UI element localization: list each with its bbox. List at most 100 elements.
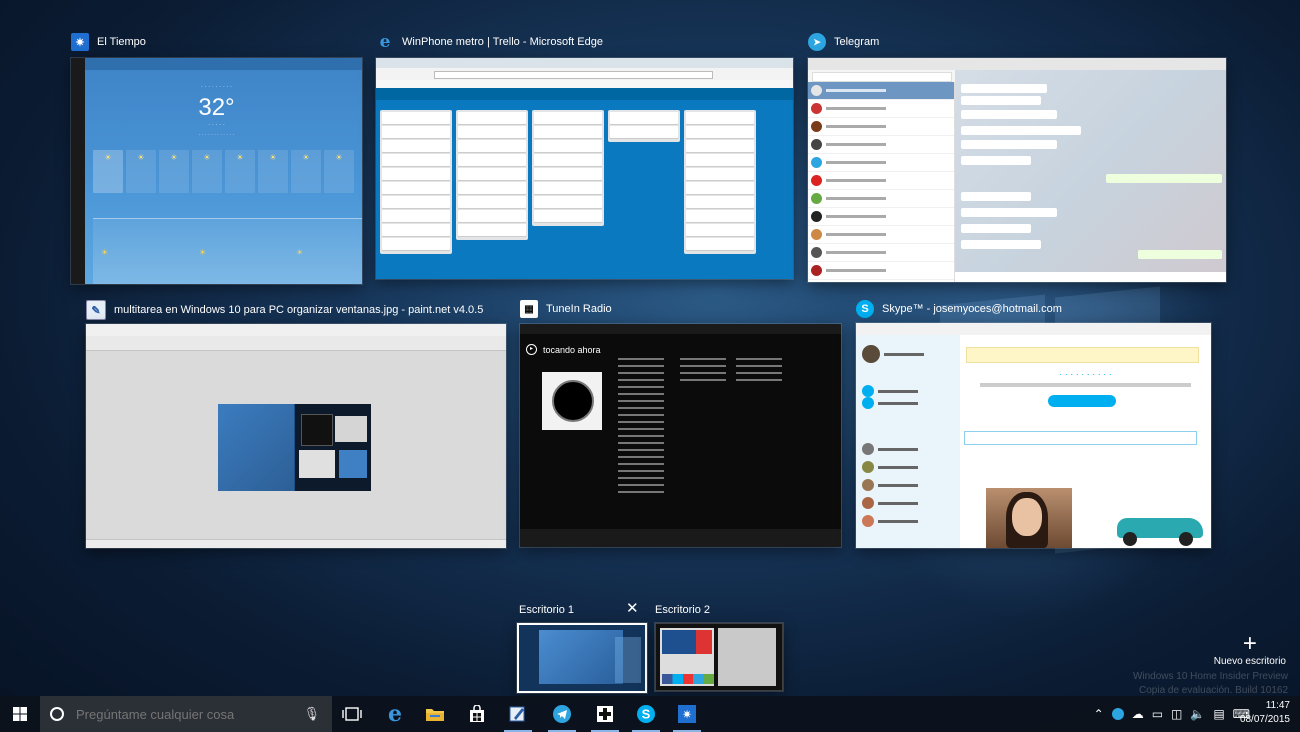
window-title-skype[interactable]: S Skype™ - josemyoces@hotmail.com <box>856 300 1062 318</box>
skype-icon: S <box>856 300 874 318</box>
chat-item[interactable] <box>808 172 954 190</box>
weather-titlebar <box>85 58 362 70</box>
forecast-day[interactable]: ☀ <box>93 150 123 193</box>
search-input[interactable] <box>74 705 298 723</box>
network-icon[interactable]: ◫ <box>1171 707 1182 721</box>
forecast-day[interactable]: ☀ <box>291 150 321 193</box>
chat-item[interactable] <box>808 262 954 280</box>
telegram-conversation <box>955 70 1226 282</box>
telegram-icon <box>553 705 571 723</box>
plus-icon: + <box>1242 630 1257 657</box>
window-title-tunein[interactable]: ▦ TuneIn Radio <box>520 300 612 318</box>
window-title-edge[interactable]: e WinPhone metro | Trello - Microsoft Ed… <box>376 32 603 52</box>
skype-message-field[interactable] <box>964 431 1197 445</box>
microphone-icon[interactable]: 🎙 <box>303 706 320 722</box>
window-thumbnail-edge[interactable] <box>376 58 793 279</box>
skype-ad-car <box>1113 506 1205 546</box>
battery-icon[interactable]: ▭ <box>1152 707 1163 721</box>
forecast-day[interactable]: ☀ <box>192 150 222 193</box>
trello-lists <box>380 110 789 275</box>
desktop-1-thumbnail[interactable] <box>517 623 647 693</box>
weather-icon: ✷ <box>678 705 696 723</box>
forecast-day[interactable]: ☀ <box>225 150 255 193</box>
forecast-day[interactable]: ☀ <box>159 150 189 193</box>
new-desktop-button[interactable]: + Nuevo escritorio <box>1213 630 1286 668</box>
sun-icon: ☀ <box>137 153 145 162</box>
weather-temperature: 32° <box>198 94 235 121</box>
taskbar-telegram[interactable] <box>542 696 582 732</box>
skype-heading: · · · · · · · · · · <box>1059 369 1112 379</box>
sun-icon: ☀ <box>236 153 244 162</box>
forecast-day[interactable]: ☀ <box>126 150 156 193</box>
window-thumbnail-skype[interactable]: · · · · · · · · · · <box>856 323 1211 548</box>
taskbar-paint-net[interactable] <box>498 696 538 732</box>
clock-time: 11:47 <box>1265 700 1290 711</box>
tunein-player-bar <box>520 529 841 547</box>
weather-hourly-chart <box>93 218 362 284</box>
paintnet-statusbar <box>86 539 506 548</box>
onedrive-icon[interactable]: ☁ <box>1132 707 1144 721</box>
skype-notice-banner <box>966 347 1199 363</box>
desktop-1-label[interactable]: Escritorio 1 <box>519 604 574 616</box>
new-desktop-label: Nuevo escritorio <box>1213 656 1286 667</box>
telegram-chat-list <box>808 82 955 282</box>
chat-item[interactable] <box>808 190 954 208</box>
desktop-2-thumbnail[interactable] <box>655 623 783 691</box>
window-thumbnail-tunein[interactable]: ▸ tocando ahora <box>520 324 841 547</box>
sun-icon: ☀ <box>335 153 343 162</box>
system-tray: ⌃ ☁ ▭ ◫ 🔈 ▤ ⌨ <box>1094 696 1250 732</box>
folder-icon <box>426 709 444 721</box>
window-title-weather[interactable]: ✷ El Tiempo <box>71 33 146 51</box>
sun-icon: ☀ <box>170 153 178 162</box>
chat-item[interactable] <box>808 244 954 262</box>
task-view-icon <box>342 707 362 721</box>
taskbar-tunein[interactable] <box>585 696 625 732</box>
station-artwork <box>542 372 602 430</box>
sun-icon: ☀ <box>296 248 304 257</box>
window-title-paintnet[interactable]: ✎ multitarea en Windows 10 para PC organ… <box>86 300 483 320</box>
desktop-2-label[interactable]: Escritorio 2 <box>655 604 710 616</box>
chat-item[interactable] <box>808 100 954 118</box>
skype-action-button[interactable] <box>1048 395 1116 407</box>
tray-app-icon[interactable] <box>1111 708 1124 720</box>
taskbar-skype[interactable]: S <box>626 696 666 732</box>
skype-icon: S <box>637 705 655 723</box>
taskbar-weather[interactable]: ✷ <box>667 696 707 732</box>
window-title-telegram[interactable]: ➤ Telegram <box>808 33 879 51</box>
taskbar-edge[interactable]: e <box>375 696 415 732</box>
volume-icon[interactable]: 🔈 <box>1190 707 1205 721</box>
telegram-search <box>812 72 952 82</box>
start-button[interactable] <box>0 696 40 732</box>
chat-item[interactable] <box>808 136 954 154</box>
window-thumbnail-telegram[interactable] <box>808 58 1226 282</box>
forecast-day[interactable]: ☀ <box>324 150 354 193</box>
edge-favorites-bar <box>376 80 793 88</box>
close-desktop-icon[interactable]: ✕ <box>626 601 639 616</box>
chat-item[interactable] <box>808 208 954 226</box>
taskbar-store[interactable] <box>457 696 497 732</box>
window-thumbnail-weather[interactable]: · · · · · · · · · 32° · · · · · · · · · … <box>71 58 362 284</box>
window-thumbnail-paintnet[interactable] <box>86 324 506 548</box>
notifications-icon[interactable]: ▤ <box>1213 707 1224 721</box>
telegram-icon: ➤ <box>808 33 826 51</box>
skype-contacts-panel <box>856 335 960 548</box>
skype-titlebar <box>856 323 1211 335</box>
chat-item[interactable] <box>808 82 954 100</box>
cortana-search-box[interactable]: 🎙 <box>40 696 332 732</box>
sun-icon: ☀ <box>101 248 109 257</box>
window-title-text: El Tiempo <box>97 36 146 48</box>
paint-net-icon: ✎ <box>86 300 106 320</box>
taskbar-file-explorer[interactable] <box>415 696 455 732</box>
svg-text:S: S <box>642 707 651 722</box>
chat-item[interactable] <box>808 154 954 172</box>
sun-icon: ☀ <box>104 153 112 162</box>
edge-icon: e <box>388 701 402 727</box>
show-hidden-icons-icon[interactable]: ⌃ <box>1094 707 1104 721</box>
chat-item[interactable] <box>808 118 954 136</box>
clock[interactable]: 11:47 08/07/2015 <box>1240 699 1290 727</box>
task-view-button[interactable] <box>332 696 372 732</box>
weather-app-icon: ✷ <box>71 33 89 51</box>
forecast-day[interactable]: ☀ <box>258 150 288 193</box>
chat-item[interactable] <box>808 226 954 244</box>
clock-date: 08/07/2015 <box>1239 714 1290 725</box>
